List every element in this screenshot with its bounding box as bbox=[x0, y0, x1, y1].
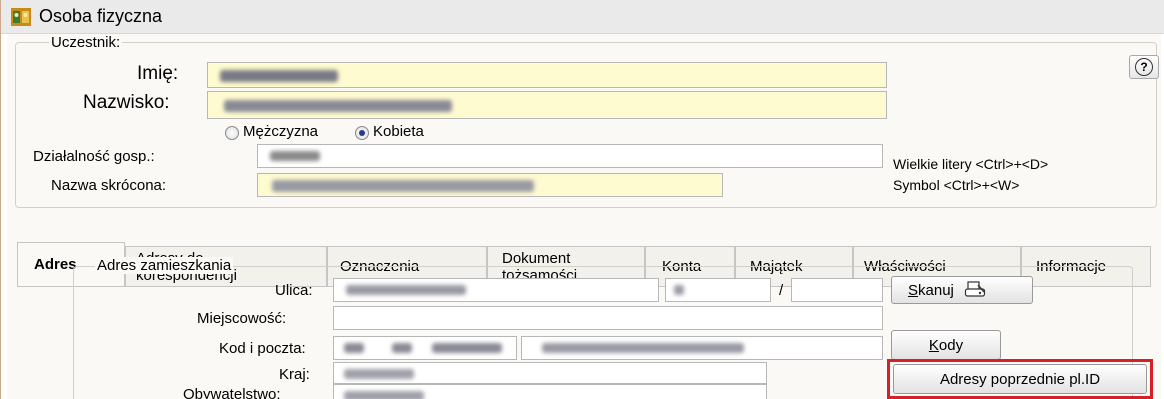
tab-address-label: Adres bbox=[34, 256, 77, 273]
app-icon bbox=[11, 8, 31, 26]
short-name-label: Nazwa skrócona: bbox=[51, 177, 167, 194]
street-label: Ulica: bbox=[275, 282, 313, 299]
citizenship-input[interactable] bbox=[333, 384, 767, 399]
first-name-label: Imię: bbox=[137, 63, 179, 84]
house-number-input[interactable] bbox=[665, 278, 771, 302]
window-title: Osoba fizyczna bbox=[39, 6, 163, 26]
apartment-number-input[interactable] bbox=[791, 278, 883, 302]
radio-female-label: Kobieta bbox=[373, 123, 424, 140]
country-input[interactable] bbox=[333, 362, 767, 384]
postal-label: Kod i poczta: bbox=[219, 340, 306, 357]
business-input[interactable] bbox=[257, 144, 883, 168]
country-label: Kraj: bbox=[279, 366, 310, 383]
business-label: Działalność gosp.: bbox=[33, 148, 155, 165]
citizenship-label: Obywatelstwo: bbox=[183, 386, 281, 399]
last-name-label: Nazwisko: bbox=[83, 92, 170, 113]
last-name-input[interactable] bbox=[207, 91, 887, 119]
postal-code-input[interactable] bbox=[333, 336, 517, 360]
hint-uppercase: Wielkie litery <Ctrl>+<D> bbox=[893, 156, 1049, 172]
post-office-input[interactable] bbox=[521, 336, 883, 360]
scan-button-label: Skanuj bbox=[908, 281, 954, 299]
tab-identity-line1: Dokument bbox=[502, 250, 571, 267]
radio-male-label: Mężczyzna bbox=[243, 123, 319, 140]
participant-group-label: Uczestnik: bbox=[49, 34, 123, 51]
person-window: Osoba fizyczna Uczestnik: ? Imię: Nazwis… bbox=[0, 0, 1164, 399]
hint-symbol: Symbol <Ctrl>+<W> bbox=[893, 177, 1020, 193]
scanner-icon bbox=[964, 281, 985, 297]
highlight-box bbox=[887, 359, 1153, 399]
street-input[interactable] bbox=[333, 278, 659, 302]
city-label: Miejscowość: bbox=[197, 310, 287, 327]
radio-female[interactable] bbox=[355, 126, 369, 140]
city-input[interactable] bbox=[333, 306, 883, 330]
radio-male[interactable] bbox=[225, 126, 239, 140]
form-panel: Uczestnik: ? Imię: Nazwisko: Mężczyzna K… bbox=[7, 34, 1161, 399]
street-slash: / bbox=[779, 282, 784, 299]
codes-button-label: Kody bbox=[928, 336, 964, 354]
codes-button[interactable]: Kody bbox=[891, 330, 1001, 360]
first-name-input[interactable] bbox=[207, 62, 887, 88]
scan-button[interactable]: Skanuj bbox=[891, 276, 1033, 304]
short-name-input[interactable] bbox=[257, 173, 723, 197]
title-bar: Osoba fizyczna bbox=[1, 0, 1164, 34]
help-button[interactable]: ? bbox=[1129, 55, 1159, 79]
help-icon: ? bbox=[1135, 58, 1153, 76]
address-group-label: Adres zamieszkania bbox=[95, 257, 234, 274]
